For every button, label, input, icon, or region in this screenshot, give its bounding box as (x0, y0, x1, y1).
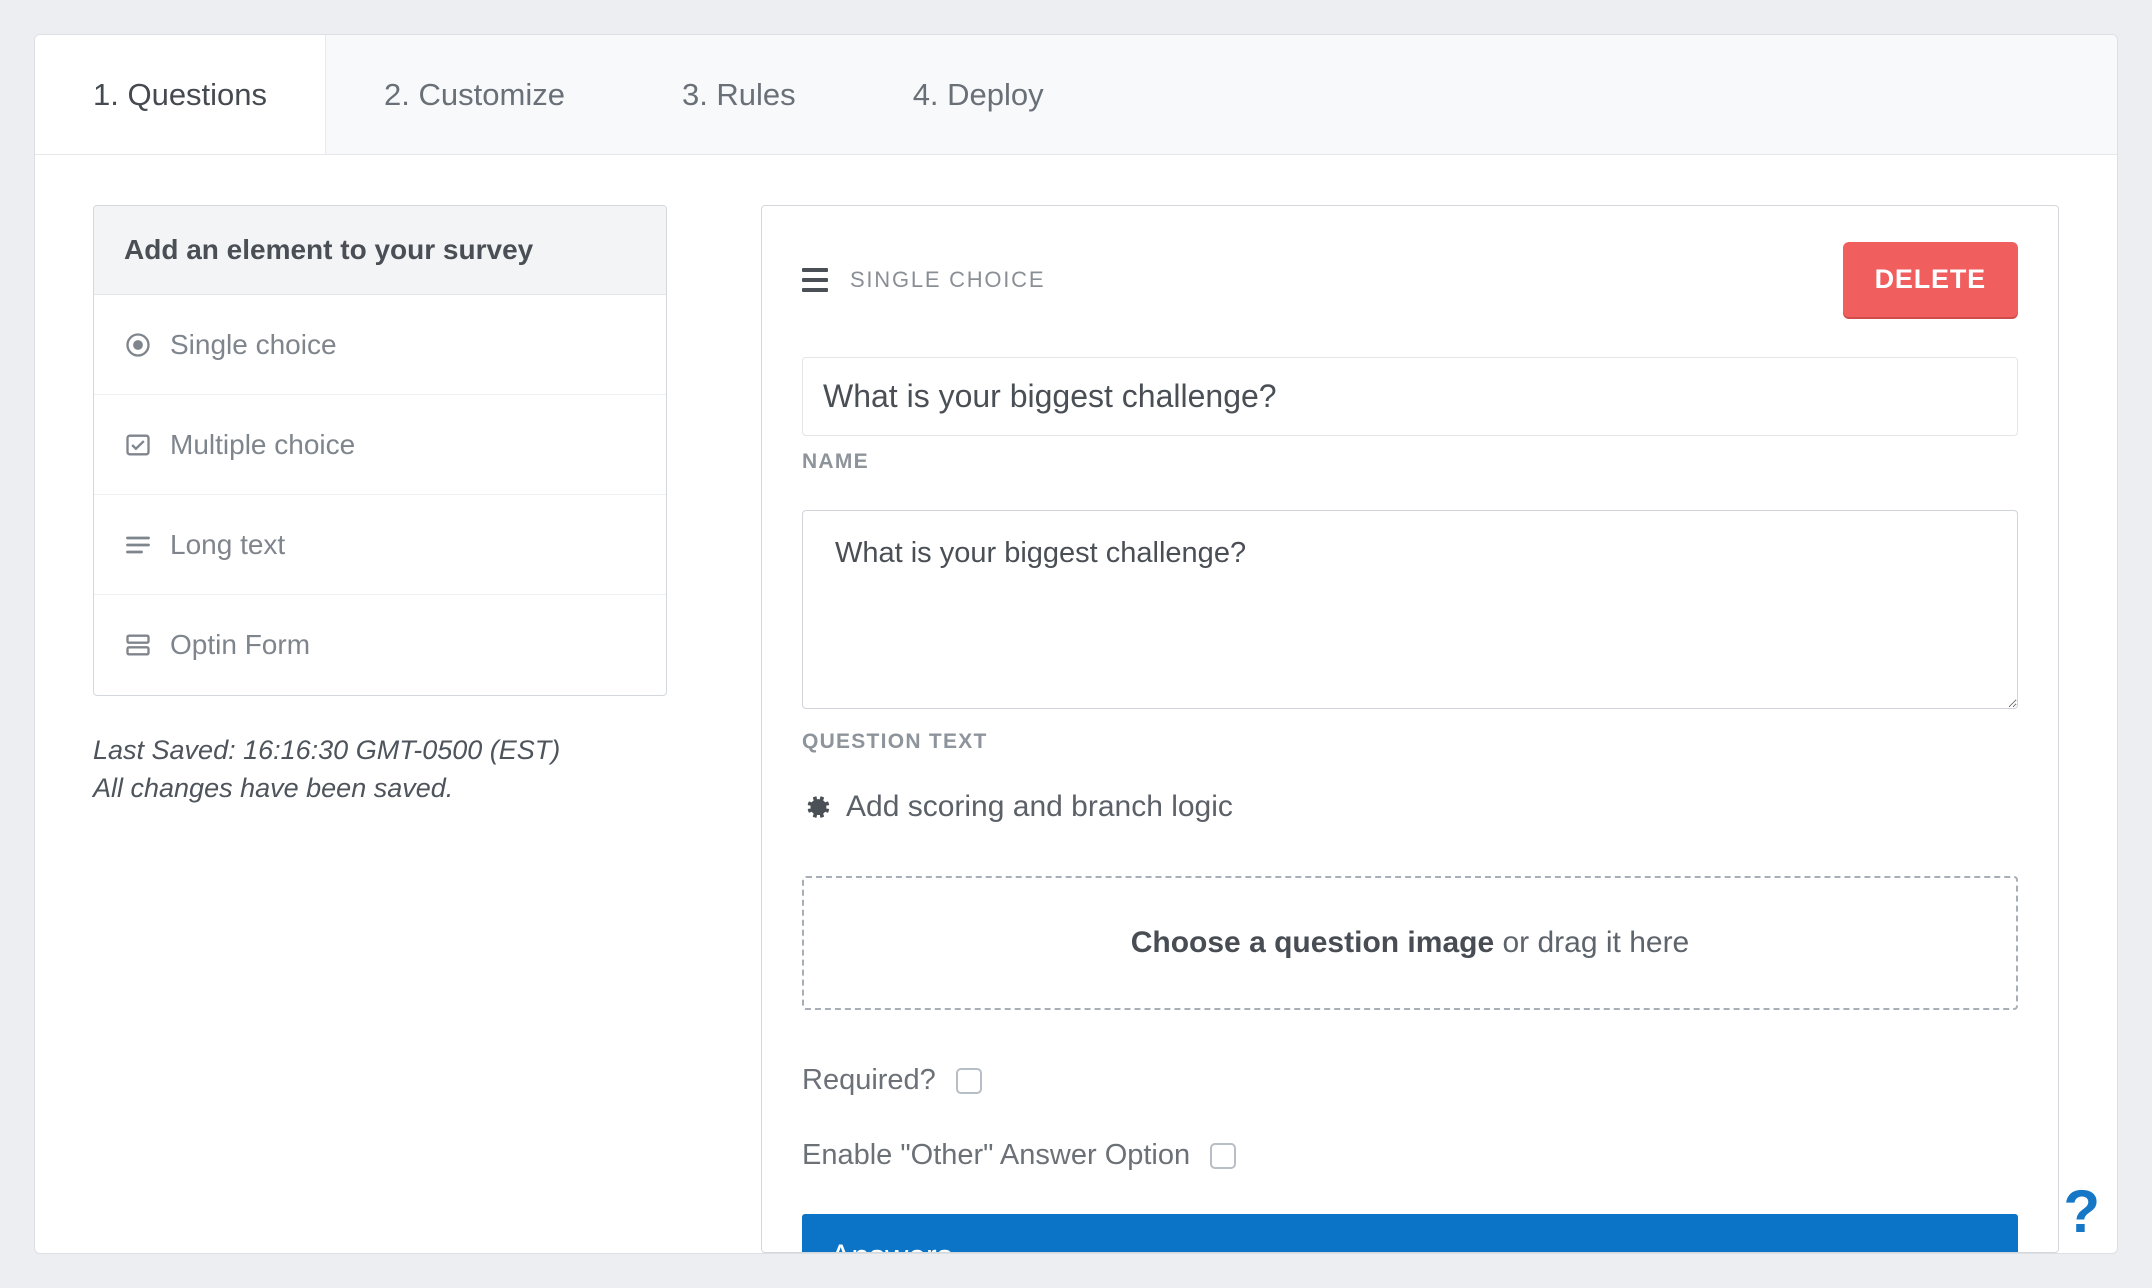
dropzone-bold: Choose a question image (1131, 926, 1494, 959)
element-label: Optin Form (170, 629, 310, 661)
question-type-label: SINGLE CHOICE (850, 267, 1045, 293)
dropzone-rest: or drag it here (1494, 926, 1689, 959)
required-checkbox[interactable] (956, 1068, 982, 1094)
panel-body: Add an element to your survey Single cho… (35, 155, 2117, 1253)
element-label: Single choice (170, 329, 337, 361)
element-single-choice[interactable]: Single choice (94, 295, 666, 395)
element-label: Multiple choice (170, 429, 355, 461)
gear-icon (802, 792, 832, 822)
required-row: Required? (802, 1064, 2018, 1097)
element-optin-form[interactable]: Optin Form (94, 595, 666, 695)
sidebar: Add an element to your survey Single cho… (93, 205, 667, 808)
delete-button[interactable]: DELETE (1843, 242, 2018, 317)
add-scoring-link[interactable]: Add scoring and branch logic (802, 790, 2018, 824)
question-text-input[interactable] (802, 510, 2018, 709)
element-long-text[interactable]: Long text (94, 495, 666, 595)
elements-header: Add an element to your survey (94, 206, 666, 295)
question-text-field-label: QUESTION TEXT (802, 730, 2018, 754)
elements-card: Add an element to your survey Single cho… (93, 205, 667, 696)
question-name-input[interactable]: What is your biggest challenge? (802, 357, 2018, 436)
checkbox-icon (124, 431, 152, 459)
enable-other-checkbox[interactable] (1210, 1143, 1236, 1169)
help-button[interactable]: ? (2063, 1177, 2100, 1246)
tab-bar: 1. Questions 2. Customize 3. Rules 4. De… (35, 35, 2117, 155)
required-label: Required? (802, 1064, 936, 1097)
save-status-time: Last Saved: 16:16:30 GMT-0500 (EST) (93, 732, 667, 770)
radio-dot-icon (124, 331, 152, 359)
scoring-label: Add scoring and branch logic (846, 790, 1233, 824)
enable-other-label: Enable "Other" Answer Option (802, 1139, 1190, 1172)
tab-deploy[interactable]: 4. Deploy (855, 35, 1103, 154)
form-icon (124, 631, 152, 659)
image-dropzone[interactable]: Choose a question image or drag it here (802, 876, 2018, 1010)
lines-icon (124, 531, 152, 559)
question-editor: SINGLE CHOICE DELETE What is your bigges… (761, 205, 2059, 1253)
name-field-label: NAME (802, 450, 2018, 474)
save-status-msg: All changes have been saved. (93, 770, 667, 808)
drag-handle-icon[interactable] (802, 268, 828, 292)
tab-customize[interactable]: 2. Customize (326, 35, 624, 154)
enable-other-row: Enable "Other" Answer Option (802, 1139, 2018, 1172)
editor-top: SINGLE CHOICE DELETE (802, 242, 2018, 317)
page-root: { "tabs": [ { "label": "1. Questions" },… (0, 0, 2152, 1288)
type-indicator: SINGLE CHOICE (802, 267, 1045, 293)
dropzone-text: Choose a question image or drag it here (1131, 926, 1690, 960)
main-panel: 1. Questions 2. Customize 3. Rules 4. De… (34, 34, 2118, 1254)
tab-questions[interactable]: 1. Questions (35, 35, 326, 154)
element-label: Long text (170, 529, 285, 561)
element-multiple-choice[interactable]: Multiple choice (94, 395, 666, 495)
answers-header: Answers (802, 1214, 2018, 1253)
tab-rules[interactable]: 3. Rules (624, 35, 855, 154)
save-status: Last Saved: 16:16:30 GMT-0500 (EST) All … (93, 732, 667, 808)
